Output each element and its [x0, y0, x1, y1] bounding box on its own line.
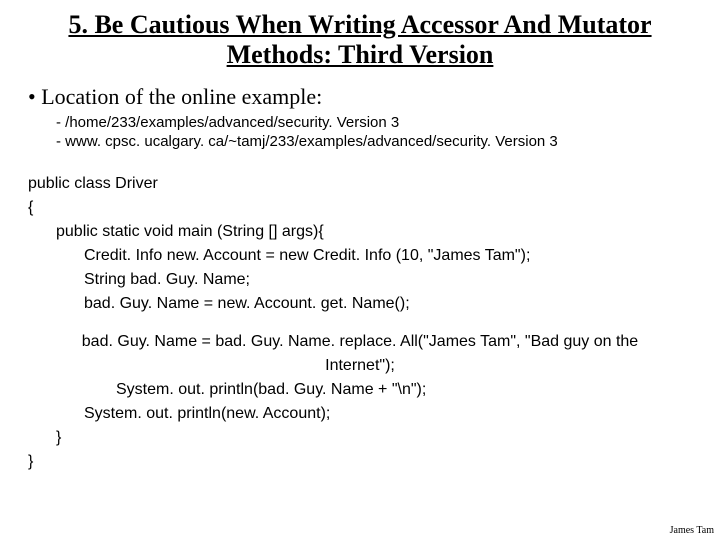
code-block: public class Driver { public static void… [28, 172, 692, 474]
footer-author: James Tam [670, 525, 714, 536]
code-line: Credit. Info new. Account = new Credit. … [28, 244, 692, 268]
code-line: System. out. println(new. Account); [28, 402, 692, 426]
code-line: String bad. Guy. Name; [28, 268, 692, 292]
code-line: } [28, 450, 692, 474]
blank-line [28, 316, 692, 330]
code-line: bad. Guy. Name = bad. Guy. Name. replace… [28, 330, 692, 378]
path-local: /home/233/examples/advanced/security. Ve… [56, 114, 692, 131]
code-line: System. out. println(bad. Guy. Name + "\… [28, 378, 692, 402]
code-line: { [28, 196, 692, 220]
code-line: public class Driver [28, 172, 692, 196]
location-heading: Location of the online example: [28, 84, 692, 110]
path-web: www. cpsc. ucalgary. ca/~tamj/233/exampl… [56, 133, 692, 150]
code-line: public static void main (String [] args)… [28, 220, 692, 244]
slide-title: 5. Be Cautious When Writing Accessor And… [28, 10, 692, 70]
code-line: bad. Guy. Name = new. Account. get. Name… [28, 292, 692, 316]
slide-content: 5. Be Cautious When Writing Accessor And… [0, 0, 720, 474]
code-line: } [28, 426, 692, 450]
